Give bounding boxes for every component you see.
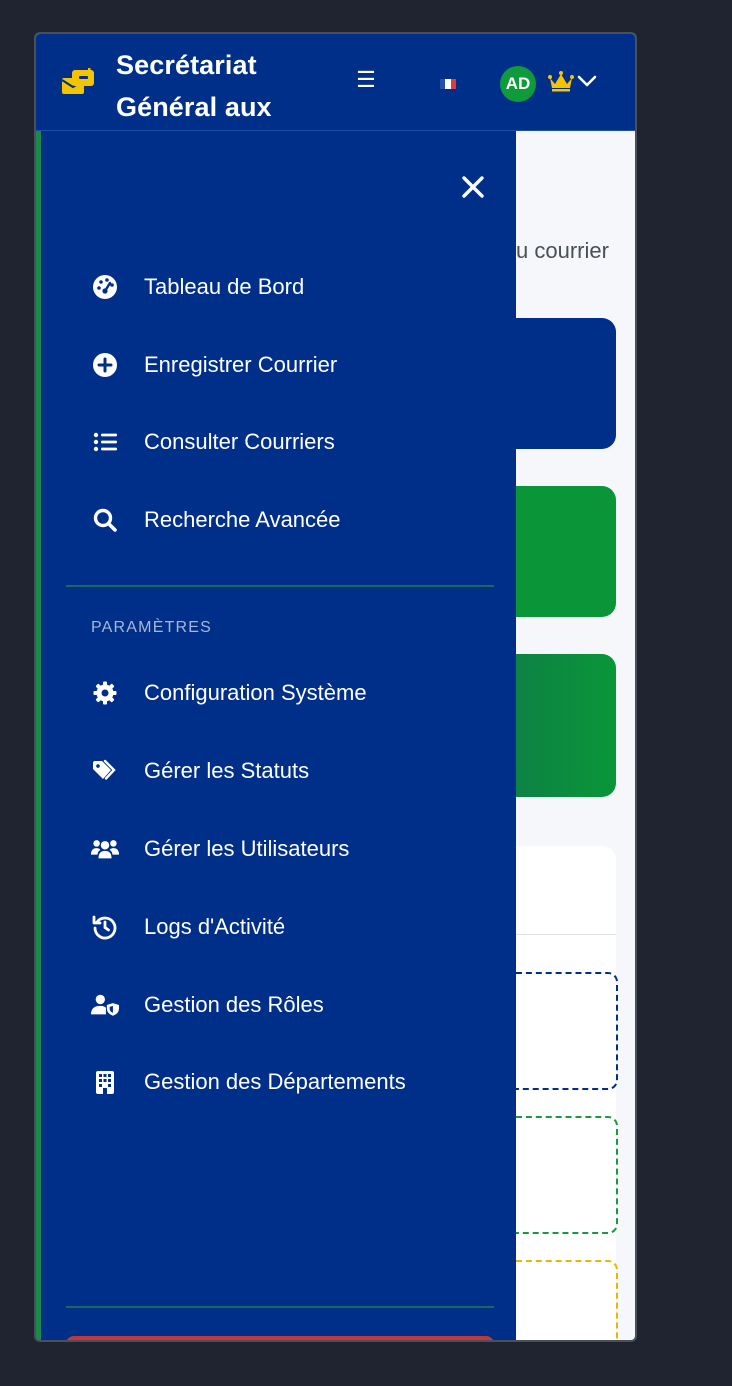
sidebar-item-advanced-search[interactable]: Recherche Avancée <box>91 500 491 540</box>
sidebar-item-register-mail[interactable]: Enregistrer Courrier <box>91 345 491 385</box>
sidebar-item-manage-users[interactable]: Gérer les Utilisateurs <box>91 829 491 869</box>
sidebar-menu: Tableau de Bord Enregistrer Courrier Con… <box>36 131 516 1340</box>
dashed-box-yellow[interactable] <box>506 1260 618 1340</box>
sidebar-item-label: Tableau de Bord <box>144 274 305 299</box>
close-icon[interactable] <box>459 173 487 201</box>
hamburger-icon[interactable]: ☰ <box>354 68 378 92</box>
france-flag-icon[interactable] <box>440 79 456 89</box>
history-icon <box>91 913 119 941</box>
sidebar-item-view-mails[interactable]: Consulter Courriers <box>91 422 491 462</box>
sidebar-item-system-config[interactable]: Configuration Système <box>91 673 491 713</box>
dashed-box-green[interactable] <box>506 1116 618 1234</box>
app-window: u courrier Secrétariat Général aux ☰ AD <box>34 32 637 1342</box>
sidebar-item-label: Gérer les Statuts <box>144 758 310 783</box>
users-icon <box>91 835 119 863</box>
sidebar-divider-bottom <box>66 1306 494 1308</box>
sidebar-item-role-management[interactable]: Gestion des Rôles <box>91 985 491 1025</box>
sidebar-item-label: Recherche Avancée <box>144 507 341 532</box>
section-title-settings: PARAMÈTRES <box>91 619 213 636</box>
gear-icon <box>91 679 119 707</box>
sidebar-item-label: Gérer les Utilisateurs <box>144 836 350 861</box>
sidebar-item-label: Consulter Courriers <box>144 429 335 454</box>
building-icon <box>91 1068 119 1096</box>
sidebar-item-label: Configuration Système <box>144 680 367 705</box>
sidebar-item-label: Gestion des Rôles <box>144 992 324 1017</box>
tags-icon <box>91 757 119 785</box>
plus-circle-icon <box>91 351 119 379</box>
search-icon <box>91 506 119 534</box>
top-navbar: Secrétariat Général aux ☰ AD <box>36 34 635 131</box>
sidebar-item-department-management[interactable]: Gestion des Départements <box>91 1062 491 1102</box>
sidebar-item-manage-statuses[interactable]: Gérer les Statuts <box>91 751 491 791</box>
dashed-box-blue[interactable] <box>506 972 618 1090</box>
user-shield-icon <box>91 991 119 1019</box>
sidebar-item-activity-logs[interactable]: Logs d'Activité <box>91 907 491 947</box>
chevron-down-icon[interactable] <box>577 74 597 88</box>
sidebar-item-dashboard[interactable]: Tableau de Bord <box>91 267 491 307</box>
dashboard-gauge-icon <box>91 273 119 301</box>
sidebar-item-label: Logs d'Activité <box>144 914 286 939</box>
avatar[interactable]: AD <box>500 66 536 102</box>
sidebar-item-label: Gestion des Départements <box>144 1069 406 1094</box>
crown-icon <box>548 71 574 92</box>
brand-title[interactable]: Secrétariat Général aux <box>116 44 316 128</box>
page-subtitle: u courrier <box>516 238 609 263</box>
sidebar-divider <box>66 585 494 587</box>
list-icon <box>91 428 119 456</box>
logout-button[interactable] <box>66 1336 494 1340</box>
sidebar-item-label: Enregistrer Courrier <box>144 352 338 377</box>
mailbox-logo-icon[interactable] <box>60 64 96 100</box>
